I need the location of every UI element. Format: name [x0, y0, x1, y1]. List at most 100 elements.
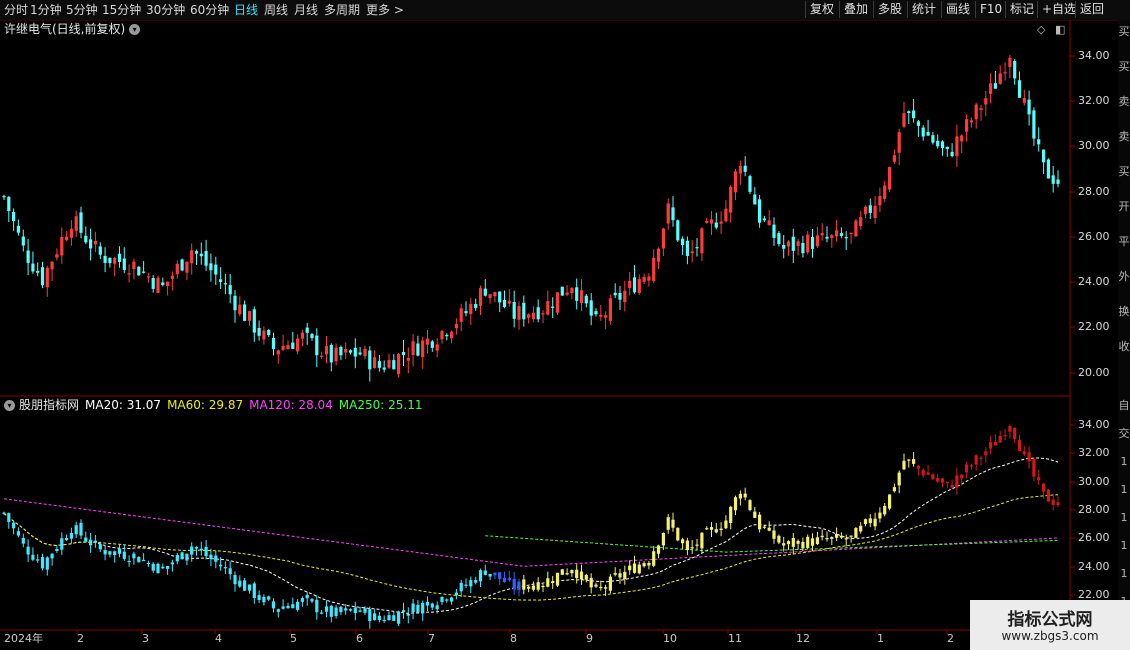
date-label: 11 — [728, 632, 742, 645]
candle-body — [65, 236, 69, 241]
ind-candle-body — [113, 551, 117, 555]
candle-body — [122, 258, 126, 270]
ind-candle-body — [998, 435, 1002, 443]
kline-chart[interactable] — [0, 0, 1130, 650]
ind-candle-body — [401, 610, 406, 613]
ind-candle-body — [233, 575, 237, 585]
candle-body — [1056, 179, 1060, 184]
ind-candle-body — [435, 605, 439, 610]
ind-candle-body — [656, 545, 661, 554]
date-label: 2 — [947, 632, 954, 645]
candle-body — [1046, 159, 1050, 179]
candle-body — [382, 367, 386, 370]
candle-body — [517, 306, 521, 320]
ind-candle-body — [517, 581, 521, 591]
ind-candle-body — [738, 493, 742, 499]
ind-candle-body — [122, 551, 126, 559]
ind-candle-body — [151, 563, 155, 571]
candle-body — [469, 303, 473, 314]
ind-candle-body — [190, 546, 194, 555]
candle-body — [1013, 61, 1017, 79]
ind-candle-body — [339, 607, 343, 613]
strip-value: 自 — [1118, 399, 1130, 412]
ind-candle-body — [445, 599, 449, 601]
ind-candle-body — [204, 546, 208, 557]
candle-body — [45, 267, 49, 288]
candle-body — [695, 247, 699, 249]
ind-candle-body — [305, 594, 309, 599]
ind-candle-body — [753, 511, 757, 518]
candle-body — [931, 135, 935, 143]
ind-candle-body — [348, 609, 353, 611]
candle-body — [666, 203, 670, 224]
ind-candle-body — [286, 605, 290, 609]
candle-body — [353, 347, 357, 357]
candle-body — [170, 275, 174, 279]
ind-candle-body — [902, 460, 906, 470]
ind-candle-body — [709, 527, 714, 530]
ind-candle-body — [353, 607, 357, 614]
candle-body — [584, 295, 588, 304]
strip-value: 1 — [1120, 483, 1128, 496]
indicator-y-tick: 24.00 — [1078, 560, 1110, 573]
candle-body — [291, 342, 295, 349]
candle-body — [233, 295, 237, 311]
ind-candle-body — [238, 580, 242, 587]
ind-candle-body — [671, 519, 675, 528]
strip-value: 1 — [1120, 455, 1128, 468]
candle-body — [642, 276, 646, 282]
candle-body — [204, 250, 208, 266]
candle-body — [801, 243, 805, 254]
ind-candle-body — [714, 529, 718, 533]
candle-body — [926, 132, 930, 136]
ind-candle-body — [512, 578, 516, 590]
candle-body — [36, 270, 40, 273]
candle-body — [305, 327, 309, 333]
candle-body — [796, 241, 800, 246]
candle-body — [604, 315, 608, 318]
candle-body — [700, 228, 704, 254]
ind-candle-body — [146, 562, 150, 564]
candle-body — [835, 230, 839, 237]
candle-body — [421, 340, 425, 358]
ind-candle-body — [878, 512, 882, 519]
candle-body — [719, 221, 723, 224]
ind-candle-body — [60, 538, 64, 550]
ind-candle-body — [416, 604, 420, 613]
ind-candle-body — [888, 494, 892, 509]
chevron-down-icon[interactable]: ▾ — [4, 400, 15, 411]
candle-body — [551, 306, 555, 308]
candle-body — [791, 236, 795, 251]
ind-candle-body — [478, 570, 483, 582]
watermark-url: www.zbgs3.com — [1001, 629, 1099, 643]
ind-candle-body — [993, 442, 997, 446]
ind-candle-body — [921, 469, 925, 476]
candle-body — [637, 279, 641, 293]
ind-candle-body — [156, 563, 160, 574]
candle-body — [387, 359, 391, 368]
candle-body — [767, 220, 771, 225]
ind-candle-body — [16, 531, 20, 536]
candle-body — [965, 119, 969, 132]
strip-label: 开 — [1118, 200, 1130, 213]
candle-body — [127, 273, 131, 275]
strip-value: 1 — [1120, 539, 1128, 552]
ind-candle-body — [1022, 451, 1026, 455]
candle-body — [907, 111, 911, 113]
candle-body — [714, 222, 718, 228]
candle-body — [998, 73, 1002, 84]
ind-candle-body — [579, 571, 584, 580]
candle-body — [440, 330, 444, 340]
candle-body — [628, 280, 632, 288]
candle-body — [945, 146, 949, 150]
ind-candle-body — [36, 559, 40, 561]
candle-body — [60, 237, 64, 256]
ind-candle-body — [608, 576, 612, 591]
ind-candle-body — [618, 573, 622, 578]
ind-candle-body — [724, 520, 728, 529]
ind-candle-body — [748, 500, 752, 510]
candle-body — [748, 176, 752, 192]
candle-body — [613, 292, 617, 296]
date-label: 5 — [290, 632, 297, 645]
candle-body — [416, 343, 420, 356]
